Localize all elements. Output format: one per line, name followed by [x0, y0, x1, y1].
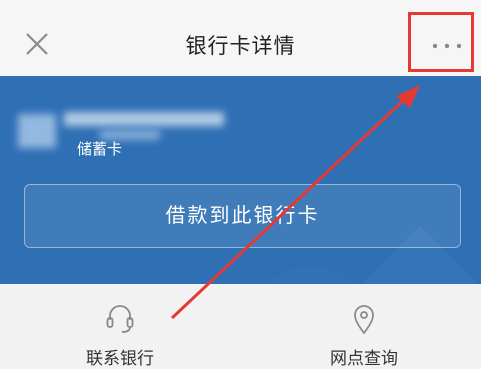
- action-bar: 联系银行 网点查询: [0, 284, 481, 369]
- annotation-highlight-box: [408, 12, 474, 72]
- borrow-to-card-button[interactable]: 借款到此银行卡: [24, 184, 461, 248]
- branch-search-button[interactable]: 网点查询: [244, 284, 481, 369]
- branch-search-label: 网点查询: [330, 349, 398, 369]
- contact-bank-label: 联系银行: [86, 349, 154, 369]
- headset-icon: [106, 305, 134, 333]
- bank-card-panel: 储蓄卡 借款到此银行卡: [0, 76, 481, 284]
- card-type-label: 储蓄卡: [77, 140, 123, 158]
- contact-bank-button[interactable]: 联系银行: [0, 284, 240, 369]
- location-pin-icon: [354, 305, 374, 335]
